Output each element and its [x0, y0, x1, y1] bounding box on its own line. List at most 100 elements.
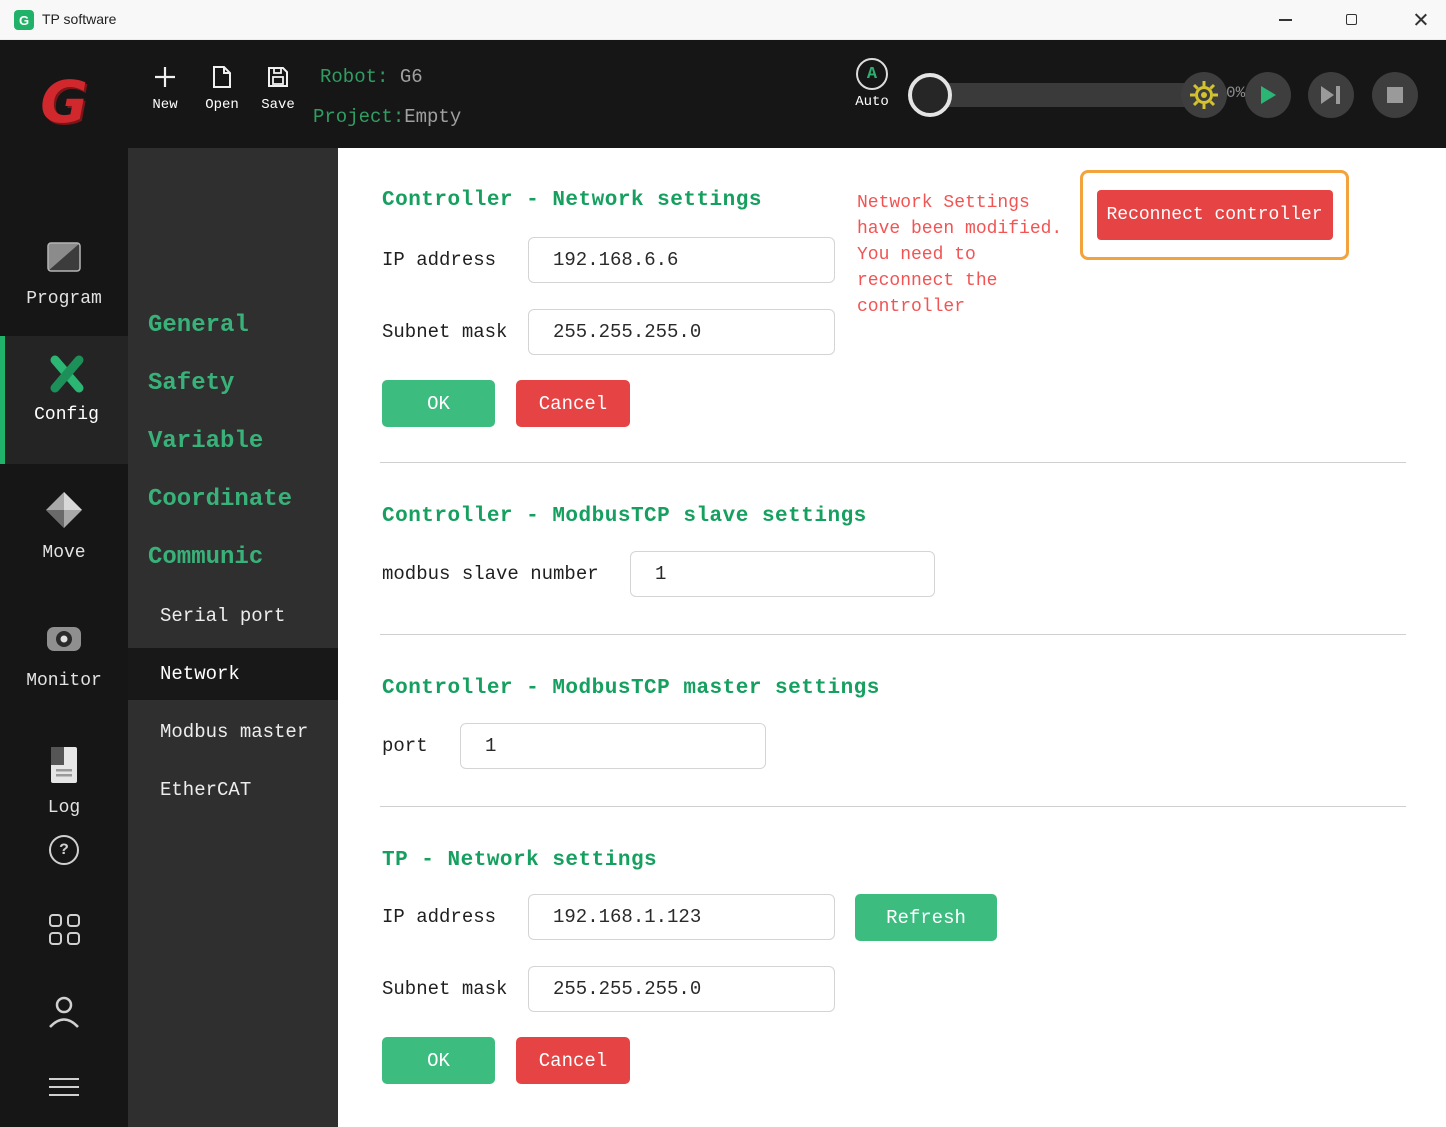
project-value: Empty: [404, 106, 461, 128]
project-status: Project:Empty: [313, 106, 461, 128]
app-logo-icon: G: [14, 10, 34, 30]
robot-label: Robot:: [320, 66, 388, 88]
menu-button[interactable]: [0, 1072, 128, 1102]
nav-item-ethercat[interactable]: EtherCAT: [160, 774, 251, 806]
main-content: Controller - Network settings Network Se…: [338, 148, 1446, 1127]
app-title: TP software: [42, 0, 116, 39]
program-icon: [43, 236, 85, 278]
tp-mask-input[interactable]: [528, 966, 835, 1012]
project-label: Project:: [313, 106, 404, 128]
speed-slider-track[interactable]: [916, 83, 1216, 107]
sidebar-item-label: Log: [0, 798, 128, 818]
config-nav: General Safety Variable Coordinate Commu…: [128, 148, 338, 1127]
tp-ip-address-label: IP address: [382, 894, 496, 940]
open-button-label: Open: [197, 97, 247, 113]
settings-button[interactable]: [1181, 72, 1227, 118]
apps-button[interactable]: [0, 914, 128, 945]
sidebar-item-label: Program: [0, 289, 128, 309]
auto-mode-label: Auto: [840, 94, 904, 110]
minimize-button[interactable]: [1262, 0, 1308, 39]
step-button[interactable]: [1308, 72, 1354, 118]
save-button-label: Save: [253, 97, 303, 113]
controller-ip-input[interactable]: [528, 237, 835, 283]
play-button[interactable]: [1245, 72, 1291, 118]
modbus-slave-number-input[interactable]: [630, 551, 935, 597]
step-icon: [1319, 84, 1343, 106]
controller-mask-input[interactable]: [528, 309, 835, 355]
auto-mode-toggle[interactable]: A Auto: [840, 58, 904, 110]
play-icon: [1258, 84, 1278, 106]
stop-button[interactable]: [1372, 72, 1418, 118]
section-title-modbus-slave: Controller - ModbusTCP slave settings: [382, 505, 867, 528]
nav-item-communic[interactable]: Communic: [148, 540, 263, 576]
nav-item-general[interactable]: General: [148, 308, 249, 344]
tp-subnet-mask-label: Subnet mask: [382, 966, 507, 1012]
nav-item-modbus-master[interactable]: Modbus master: [160, 716, 308, 748]
controller-network-ok-button[interactable]: OK: [382, 380, 495, 427]
divider: [380, 806, 1406, 807]
tp-network-ok-button[interactable]: OK: [382, 1037, 495, 1084]
sidebar-item-program[interactable]: Program: [0, 236, 128, 309]
maximize-button[interactable]: [1328, 0, 1374, 39]
open-button[interactable]: Open: [197, 64, 247, 113]
reconnect-highlight-frame: Reconnect controller: [1080, 170, 1349, 260]
speed-slider-handle[interactable]: [908, 73, 952, 117]
divider: [380, 462, 1406, 463]
gear-icon: [1188, 79, 1220, 111]
section-title-modbus-master: Controller - ModbusTCP master settings: [382, 677, 880, 700]
section-title-controller-network: Controller - Network settings: [382, 189, 762, 212]
sidebar-item-monitor[interactable]: Monitor: [0, 616, 128, 691]
nav-item-network-active[interactable]: Network: [128, 648, 338, 700]
tp-network-cancel-button[interactable]: Cancel: [516, 1037, 630, 1084]
move-icon: [42, 488, 86, 532]
help-icon: ?: [49, 835, 79, 865]
section-title-tp-network: TP - Network settings: [382, 849, 657, 872]
ip-address-label: IP address: [382, 237, 496, 283]
robot-status: Robot: G6: [320, 66, 423, 88]
new-button[interactable]: New: [140, 64, 190, 113]
open-file-icon: [209, 64, 235, 90]
sidebar-item-label: Move: [0, 543, 128, 563]
reconnect-controller-button[interactable]: Reconnect controller: [1097, 190, 1333, 240]
app-window: G TP software G Program Config: [0, 0, 1446, 1127]
sidebar-item-move[interactable]: Move: [0, 488, 128, 563]
auto-mode-icon: A: [856, 58, 888, 90]
nav-item-coordinate[interactable]: Coordinate: [148, 482, 292, 518]
brand-logo-icon: G: [0, 68, 128, 136]
sidebar-item-config[interactable]: Config: [0, 336, 128, 464]
config-icon: [45, 352, 89, 396]
new-button-label: New: [140, 97, 190, 113]
monitor-icon: [42, 616, 86, 660]
divider: [380, 634, 1406, 635]
apps-grid-icon: [49, 914, 80, 945]
maximize-icon: [1346, 14, 1357, 25]
save-button[interactable]: Save: [253, 64, 303, 113]
user-button[interactable]: [0, 990, 128, 1034]
tp-ip-input[interactable]: [528, 894, 835, 940]
nav-item-safety[interactable]: Safety: [148, 366, 234, 402]
port-label: port: [382, 723, 428, 769]
user-icon: [42, 990, 86, 1034]
log-icon: [44, 743, 84, 787]
robot-value: G6: [400, 66, 423, 88]
modbus-master-port-input[interactable]: [460, 723, 766, 769]
sidebar-item-label: Config: [5, 405, 128, 425]
close-icon: [1413, 12, 1428, 27]
sidebar: G Program Config Move: [0, 40, 128, 1127]
speed-percent: 0%: [1226, 84, 1245, 102]
controller-network-cancel-button[interactable]: Cancel: [516, 380, 630, 427]
stop-icon: [1387, 87, 1403, 103]
nav-item-serial-port[interactable]: Serial port: [160, 600, 285, 632]
help-button[interactable]: ?: [0, 835, 128, 865]
refresh-button[interactable]: Refresh: [855, 894, 997, 941]
sidebar-item-label: Monitor: [0, 671, 128, 691]
save-icon: [265, 64, 291, 90]
titlebar: G TP software: [0, 0, 1446, 40]
sidebar-item-log[interactable]: Log: [0, 743, 128, 818]
minimize-icon: [1279, 19, 1292, 21]
close-button[interactable]: [1394, 0, 1446, 39]
nav-item-variable[interactable]: Variable: [148, 424, 263, 460]
hamburger-icon: [49, 1072, 79, 1102]
network-warning-text: Network Settings have been modified. You…: [857, 190, 1079, 320]
modbus-slave-number-label: modbus slave number: [382, 551, 599, 597]
